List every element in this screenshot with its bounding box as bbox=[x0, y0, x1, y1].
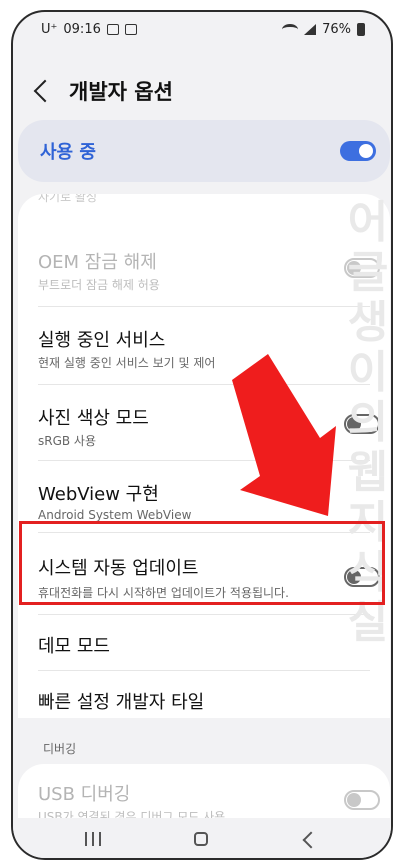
app-bar: 개발자 옵션 bbox=[13, 67, 391, 117]
divider bbox=[38, 614, 370, 615]
row-subtitle: 현재 실행 중인 서비스 보기 및 제어 bbox=[38, 356, 216, 370]
battery-percent: 76% bbox=[322, 22, 351, 37]
row-title: 데모 모드 bbox=[38, 636, 110, 657]
row-quick-settings-tiles[interactable]: 빠른 설정 개발자 타일 bbox=[18, 674, 390, 718]
master-toggle-switch[interactable] bbox=[340, 141, 376, 161]
home-icon[interactable] bbox=[194, 832, 208, 846]
usb-debugging-card[interactable]: USB 디버깅 USB가 연결된 경우 디버그 모드 사용 bbox=[18, 764, 390, 824]
mail-icon bbox=[124, 24, 137, 35]
row-oem-unlock[interactable]: OEM 잠금 해제 부트로더 잠금 해제 허용 bbox=[18, 234, 390, 292]
row-title: WebView 구현 bbox=[38, 484, 159, 505]
row-demo-mode[interactable]: 데모 모드 bbox=[18, 618, 390, 668]
usb-debugging-title: USB 디버깅 bbox=[38, 784, 131, 805]
divider bbox=[38, 670, 370, 671]
row-subtitle: Android System WebView bbox=[38, 508, 192, 522]
row-subtitle: sRGB 사용 bbox=[38, 434, 97, 448]
navigation-bar bbox=[13, 818, 391, 858]
row-title: 실행 중인 서비스 bbox=[38, 330, 166, 351]
clock: 09:16 bbox=[63, 22, 101, 37]
usb-debugging-switch[interactable] bbox=[344, 790, 380, 810]
wifi-icon bbox=[282, 24, 299, 35]
annotation-arrow-shape bbox=[232, 354, 336, 516]
carrier-label: U⁺ bbox=[41, 22, 58, 37]
status-bar: U⁺ 09:16 76% bbox=[13, 12, 391, 52]
section-header-debugging: 디버깅 bbox=[43, 742, 77, 756]
recents-icon[interactable] bbox=[85, 832, 103, 846]
master-toggle-card[interactable]: 사용 중 bbox=[18, 120, 390, 182]
master-toggle-label: 사용 중 bbox=[40, 142, 96, 163]
highlight-box bbox=[19, 521, 385, 605]
row-title: 사진 색상 모드 bbox=[38, 408, 149, 429]
row-subtitle: 부트로더 잠금 해제 허용 bbox=[38, 278, 160, 292]
nav-back-icon[interactable] bbox=[302, 831, 320, 849]
back-arrow-icon[interactable] bbox=[33, 79, 57, 103]
battery-icon bbox=[357, 23, 365, 36]
signal-icon bbox=[304, 24, 317, 35]
divider bbox=[38, 306, 370, 307]
page-title: 개발자 옵션 bbox=[69, 80, 173, 104]
annotation-arrow bbox=[232, 354, 336, 516]
gallery-icon bbox=[106, 24, 119, 35]
row-title: 빠른 설정 개발자 타일 bbox=[38, 692, 205, 713]
row-title: OEM 잠금 해제 bbox=[38, 252, 157, 273]
clipped-row-text: 자기로 활성 bbox=[38, 194, 98, 204]
